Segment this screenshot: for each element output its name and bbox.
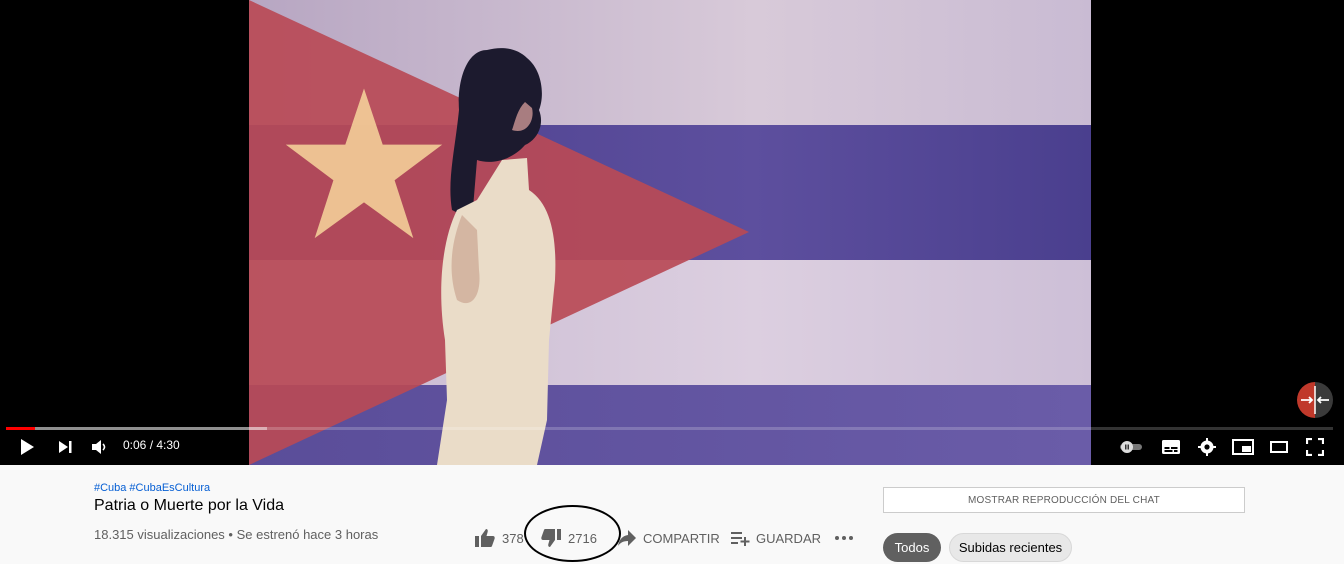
played-bar — [6, 427, 36, 430]
video-meta: 18.315 visualizaciones • Se estrenó hace… — [94, 527, 379, 542]
volume-icon — [92, 440, 106, 454]
highlight-circle-annotation — [524, 505, 621, 562]
more-actions-button[interactable] — [834, 528, 854, 548]
like-count: 378 — [502, 530, 524, 546]
hashtag-link[interactable]: #Cuba — [94, 482, 126, 494]
subtitles-button[interactable] — [1159, 436, 1183, 458]
woman-silhouette — [437, 48, 556, 465]
autoplay-toggle-icon — [1120, 441, 1142, 453]
arrows-icon — [1301, 386, 1329, 414]
save-label: GUARDAR — [756, 530, 822, 546]
chip-recent-uploads[interactable]: Subidas recientes — [949, 533, 1072, 562]
save-button[interactable]: GUARDAR — [730, 528, 821, 548]
chip-all[interactable]: Todos — [883, 533, 941, 562]
miniplayer-icon — [1232, 439, 1254, 455]
next-button[interactable] — [54, 436, 76, 458]
view-count: 18.315 visualizaciones — [94, 527, 225, 542]
miniplayer-button[interactable] — [1231, 436, 1255, 458]
playlist-add-icon — [731, 532, 750, 546]
video-title: Patria o Muerte por la Vida — [94, 497, 285, 514]
video-player[interactable]: 0:06 / 4:30 — [0, 0, 1344, 465]
video-frame[interactable] — [249, 0, 1091, 465]
volume-button[interactable] — [88, 436, 110, 458]
thumbs-up-icon — [475, 529, 495, 547]
fullscreen-icon — [1306, 438, 1324, 456]
next-icon — [59, 441, 72, 453]
theater-button[interactable] — [1268, 436, 1290, 458]
settings-icon — [1198, 438, 1216, 456]
buffer-bar — [6, 427, 268, 430]
like-button[interactable]: 378 — [474, 528, 524, 548]
play-icon — [21, 439, 34, 455]
share-label: COMPARTIR — [643, 530, 720, 546]
play-button[interactable] — [14, 436, 40, 458]
time-display: 0:06 / 4:30 — [123, 438, 180, 452]
subtitles-icon — [1162, 440, 1180, 454]
settings-button[interactable] — [1196, 436, 1218, 458]
hashtag-link[interactable]: #CubaEsCultura — [129, 482, 210, 494]
share-button[interactable]: COMPARTIR — [617, 528, 720, 548]
premiere-date: Se estrenó hace 3 horas — [236, 527, 379, 542]
progress-bar[interactable] — [6, 427, 1333, 430]
share-arrow-icon — [618, 530, 636, 546]
fullscreen-button[interactable] — [1304, 436, 1326, 458]
show-chat-replay-button[interactable]: MOSTRAR REPRODUCCIÓN DEL CHAT — [883, 487, 1245, 513]
theater-icon — [1270, 441, 1288, 453]
hashtag-list: #Cuba #CubaEsCultura — [94, 482, 213, 494]
autoplay-toggle[interactable] — [1117, 436, 1145, 458]
channel-watermark[interactable] — [1297, 382, 1333, 418]
more-dots-icon — [835, 536, 853, 540]
